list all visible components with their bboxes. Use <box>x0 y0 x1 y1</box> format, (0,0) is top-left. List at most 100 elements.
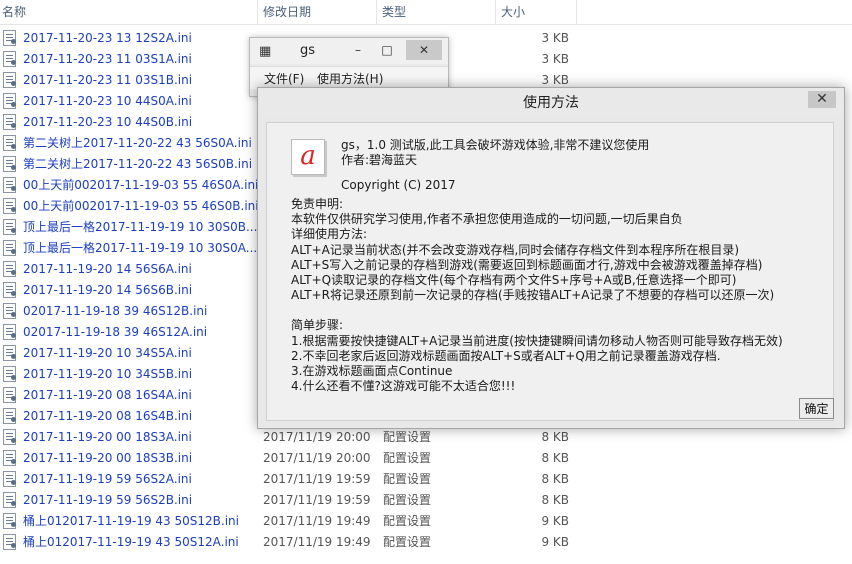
minimize-button[interactable]: – <box>347 40 369 60</box>
file-name[interactable]: 02017-11-19-18 39 46S12B.ini <box>23 301 207 322</box>
ini-file-icon <box>3 135 16 151</box>
ini-file-icon <box>3 513 16 529</box>
file-type: 配置设置 <box>383 514 432 528</box>
file-name[interactable]: 2017-11-19-20 08 16S4B.ini <box>23 406 192 427</box>
ini-file-icon <box>3 303 16 319</box>
ini-file-icon <box>3 30 16 46</box>
file-name[interactable]: 2017-11-19-20 10 34S5B.ini <box>23 364 192 385</box>
dialog-body: a gs，1.0 测试版,此工具会破坏游戏体验,非常不建议您使用 作者:碧海蓝天… <box>266 122 834 421</box>
ini-file-icon <box>3 324 16 340</box>
file-size: 3 KB <box>541 31 569 45</box>
ini-file-icon <box>3 534 16 550</box>
file-name[interactable]: 2017-11-19-20 08 16S4A.ini <box>23 385 192 406</box>
file-name[interactable]: 2017-11-19-20 14 56S6B.ini <box>23 280 192 301</box>
file-name[interactable]: 2017-11-20-23 13 12S2A.ini <box>23 28 192 49</box>
file-date: 2017/11/19 20:00 <box>263 430 371 444</box>
file-date: 2017/11/19 20:00 <box>263 451 371 465</box>
ini-file-icon <box>3 471 16 487</box>
file-type: 配置设置 <box>383 472 432 486</box>
ini-file-icon <box>3 429 16 445</box>
instruction-line: 1.根据需要按快捷键ALT+A记录当前进度(按快捷键瞬间请勿移动人物否则可能导致… <box>291 333 783 348</box>
instruction-line: ALT+Q读取记录的存档文件(每个存档有两个文件S+序号+A或B,任意选择一个即… <box>291 272 737 287</box>
file-name[interactable]: 第二关树上2017-11-20-22 43 56S0B.ini <box>23 154 252 175</box>
file-name[interactable]: 2017-11-19-20 00 18S3B.ini <box>23 448 192 469</box>
ini-file-icon <box>3 345 16 361</box>
gs-menubar: 文件(F) 使用方法(H) <box>250 66 448 89</box>
instructions-text: 免责申明: 本软件仅供研究学习使用,作者不承担您使用造成的一切问题,一切后果自负详… <box>291 197 831 394</box>
ini-file-icon <box>3 72 16 88</box>
column-header: 名称 修改日期 类型 大小 <box>0 0 852 25</box>
file-name[interactable]: 2017-11-20-23 10 44S0A.ini <box>23 91 192 112</box>
file-name[interactable]: 2017-11-19-20 14 56S6A.ini <box>23 259 192 280</box>
file-name[interactable]: 2017-11-19-20 00 18S3A.ini <box>23 427 192 448</box>
ini-file-icon <box>3 219 16 235</box>
file-size: 8 KB <box>541 493 569 507</box>
file-name[interactable]: 桶上012017-11-19-19 43 50S12B.ini <box>23 511 239 532</box>
instruction-line: 2.不幸回老家后返回游戏标题画面按ALT+S或者ALT+Q用之前记录覆盖游戏存档… <box>291 348 721 363</box>
instruction-line: 免责申明: <box>291 197 344 211</box>
ok-button[interactable]: 确定 <box>799 398 834 419</box>
ini-file-icon <box>3 492 16 508</box>
column-name-header[interactable]: 名称 <box>0 0 258 24</box>
file-name[interactable]: 桶上012017-11-19-19 43 50S12A.ini <box>23 532 239 553</box>
dialog-close-button[interactable]: ✕ <box>808 91 836 108</box>
gs-titlebar[interactable]: ▦ gs – □ ✕ <box>250 38 448 64</box>
ini-file-icon <box>3 282 16 298</box>
file-name[interactable]: 2017-11-20-23 10 44S0B.ini <box>23 112 192 133</box>
copyright-text: Copyright (C) 2017 <box>341 178 456 192</box>
file-date: 2017/11/19 19:59 <box>263 472 371 486</box>
gs-close-button[interactable]: ✕ <box>406 40 442 60</box>
file-name[interactable]: 第二关树上2017-11-20-22 43 56S0A.ini <box>23 133 252 154</box>
ini-file-icon <box>3 387 16 403</box>
column-type-header[interactable]: 类型 <box>378 0 496 24</box>
file-row[interactable]: 桶上012017-11-19-19 43 50S12A.ini 2017/11/1… <box>0 532 852 553</box>
instruction-line: 4.什么还看不懂?这游戏可能不太适合您!!! <box>291 379 516 394</box>
file-type: 配置设置 <box>383 493 432 507</box>
file-size: 8 KB <box>541 451 569 465</box>
file-row[interactable]: 桶上012017-11-19-19 43 50S12B.ini 2017/11/1… <box>0 511 852 532</box>
instruction-line: 简单步骤: <box>291 318 344 333</box>
file-row[interactable]: 2017-11-19-20 00 18S3A.ini 2017/11/19 20:… <box>0 427 852 448</box>
file-row[interactable]: 2017-11-19-19 59 56S2B.ini 2017/11/19 19:… <box>0 490 852 511</box>
ini-file-icon <box>3 114 16 130</box>
file-row[interactable]: 2017-11-19-20 00 18S3B.ini 2017/11/19 20:… <box>0 448 852 469</box>
author-text: 作者:碧海蓝天 <box>341 153 418 167</box>
column-size-header[interactable]: 大小 <box>497 0 577 24</box>
ini-file-icon <box>3 261 16 277</box>
file-date: 2017/11/19 19:59 <box>263 493 371 507</box>
column-date-header[interactable]: 修改日期 <box>259 0 377 24</box>
app-logo-icon: a <box>291 139 325 175</box>
file-size: 9 KB <box>541 514 569 528</box>
file-type: 配置设置 <box>383 451 432 465</box>
ini-file-icon <box>3 450 16 466</box>
ini-file-icon <box>3 366 16 382</box>
ini-file-icon <box>3 51 16 67</box>
file-type: 配置设置 <box>383 535 432 549</box>
ini-file-icon <box>3 93 16 109</box>
usage-dialog: 使用方法 ✕ a gs，1.0 测试版,此工具会破坏游戏体验,非常不建议您使用 … <box>257 87 845 429</box>
file-name[interactable]: 00上天前002017-11-19-03 55 46S0A.ini <box>23 175 258 196</box>
file-name[interactable]: 00上天前002017-11-19-03 55 46S0B.ini <box>23 196 259 217</box>
file-size: 8 KB <box>541 472 569 486</box>
file-size: 9 KB <box>541 535 569 549</box>
file-name[interactable]: 顶上最后一格2017-11-19-19 10 30S0A... <box>23 238 257 259</box>
file-name[interactable]: 2017-11-19-20 10 34S5A.ini <box>23 343 192 364</box>
file-type: 配置设置 <box>383 430 432 444</box>
dialog-title: 使用方法 <box>258 88 844 118</box>
instruction-line: 3.在游戏标题画面点Continue <box>291 363 453 378</box>
ini-file-icon <box>3 408 16 424</box>
maximize-button[interactable]: □ <box>376 40 398 60</box>
menu-usage[interactable]: 使用方法(H) <box>317 70 383 87</box>
file-name[interactable]: 2017-11-20-23 11 03S1B.ini <box>23 70 192 91</box>
file-name[interactable]: 02017-11-19-18 39 46S12A.ini <box>23 322 207 343</box>
instruction-line: 详细使用方法: <box>291 227 368 242</box>
file-name[interactable]: 2017-11-19-19 59 56S2A.ini <box>23 469 192 490</box>
file-name[interactable]: 2017-11-20-23 11 03S1A.ini <box>23 49 192 70</box>
menu-file[interactable]: 文件(F) <box>264 70 304 87</box>
file-name[interactable]: 顶上最后一格2017-11-19-19 10 30S0B... <box>23 217 257 238</box>
ini-file-icon <box>3 177 16 193</box>
file-name[interactable]: 2017-11-19-19 59 56S2B.ini <box>23 490 192 511</box>
instruction-line: ALT+S写入之前记录的存档到游戏(需要返回到标题画面才行,游戏中会被游戏覆盖掉… <box>291 257 763 272</box>
file-row[interactable]: 2017-11-19-19 59 56S2A.ini 2017/11/19 19:… <box>0 469 852 490</box>
app-window-icon: ▦ <box>259 44 272 59</box>
